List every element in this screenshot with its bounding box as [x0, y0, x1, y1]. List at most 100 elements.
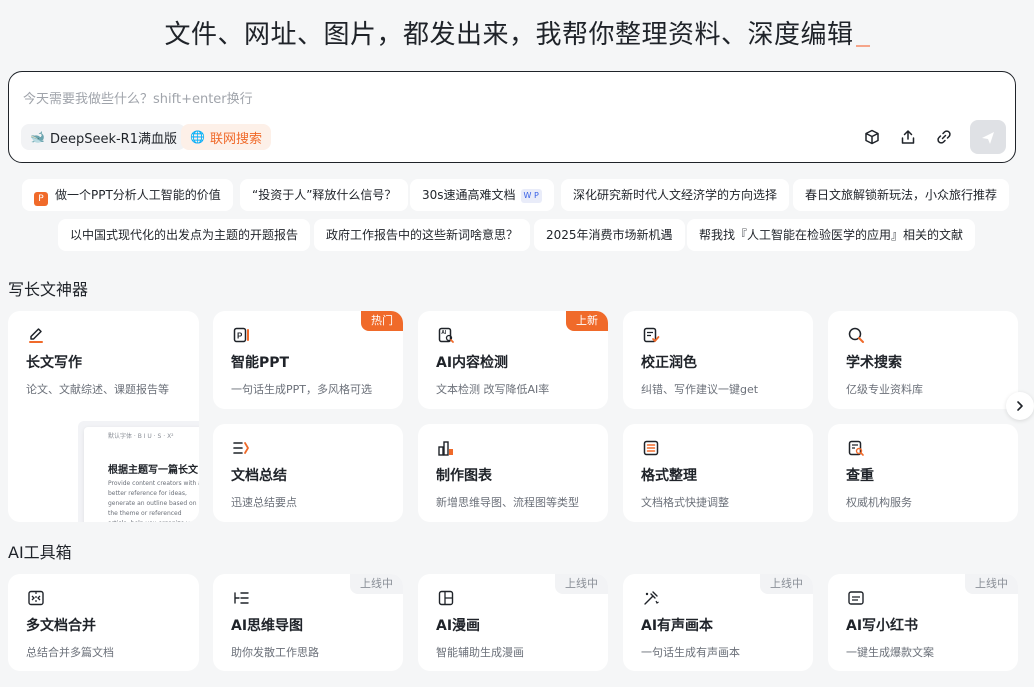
format-icon: [641, 439, 661, 459]
coming-soon-badge: 上线中: [350, 574, 403, 594]
prompt-text: 30s速通高难文档: [422, 188, 516, 202]
chart-icon: [436, 439, 456, 459]
card-smart-ppt[interactable]: P 智能PPT 一句话生成PPT，多风格可选 热门: [213, 311, 403, 409]
card-format[interactable]: 格式整理 文档格式快捷调整: [623, 424, 813, 522]
card-title: 校正润色: [641, 355, 697, 371]
carousel-next-button[interactable]: [1006, 392, 1034, 420]
card-title: AI写小红书: [846, 618, 919, 634]
cube-icon[interactable]: [862, 129, 882, 149]
link-icon[interactable]: [934, 129, 954, 149]
mindmap-icon: [231, 589, 251, 609]
card-subtitle: 总结合并多篇文档: [26, 646, 114, 659]
card-proofread[interactable]: 校正润色 纠错、写作建议一键get: [623, 311, 813, 409]
prompt-text: 政府工作报告中的这些新词啥意思？: [326, 228, 519, 242]
prompt-text: 帮我找『人工智能在检验医学的应用』相关的文献: [699, 228, 964, 242]
svg-text:P: P: [237, 332, 243, 341]
card-doc-merge[interactable]: 多文档合并 总结合并多篇文档: [8, 574, 199, 671]
coming-soon-badge: 上线中: [555, 574, 608, 594]
web-search-chip[interactable]: 🌐 联网搜索: [181, 124, 271, 150]
new-badge: 上新: [566, 311, 608, 331]
card-subtitle: 文档格式快捷调整: [641, 496, 729, 509]
section-title-writing: 写长文神器: [8, 280, 89, 299]
composer[interactable]: 今天需要我做些什么？shift+enter换行 🐋 DeepSeek-R1满血版…: [8, 71, 1016, 163]
word-ppt-icon: W P: [520, 189, 542, 203]
writing-preview: 默认字体 · B I U · S · X² 根据主题写一篇长文... Provi…: [78, 421, 199, 522]
chevron-right-icon: [1017, 401, 1023, 411]
ppt-icon: P: [231, 326, 251, 346]
prompt-text: 做一个PPT分析人工智能的价值: [55, 188, 221, 202]
preview-toolbar: 默认字体 · B I U · S · X²: [108, 433, 174, 440]
card-subtitle: 一句话生成PPT，多风格可选: [231, 383, 372, 396]
card-audio-picture-book[interactable]: AI有声画本 一句话生成有声画本 上线中: [623, 574, 813, 671]
prompt-text: 深化研究新时代人文经济学的方向选择: [573, 188, 778, 202]
prompt-text: 春日文旅解锁新玩法，小众旅行推荐: [805, 188, 998, 202]
card-title: 格式整理: [641, 468, 697, 484]
prompt-suggestion[interactable]: 以中国式现代化的出发点为主题的开题报告: [58, 219, 311, 251]
card-title: 制作图表: [436, 468, 492, 484]
card-long-writing[interactable]: 长文写作 论文、文献综述、课题报告等 默认字体 · B I U · S · X²…: [8, 311, 199, 522]
card-subtitle: 论文、文献综述、课题报告等: [26, 383, 169, 396]
svg-text:AI: AI: [441, 330, 447, 336]
card-make-chart[interactable]: 制作图表 新增思维导图、流程图等类型: [418, 424, 608, 522]
hot-badge: 热门: [361, 311, 403, 331]
prompt-text: 以中国式现代化的出发点为主题的开题报告: [70, 228, 299, 242]
web-search-label: 联网搜索: [209, 131, 262, 147]
card-title: 查重: [846, 468, 874, 484]
prompt-text: 2025年消费市场新机遇: [546, 228, 673, 242]
card-title: 多文档合并: [26, 618, 96, 634]
comic-icon: [436, 589, 456, 609]
card-plagiarism[interactable]: 查重 权威机构服务: [828, 424, 1018, 522]
card-title: AI漫画: [436, 618, 481, 634]
ppt-badge-icon: P: [34, 192, 48, 206]
card-title: 智能PPT: [231, 355, 290, 371]
card-subtitle: 亿级专业资料库: [846, 383, 923, 396]
card-mindmap[interactable]: AI思维导图 助你发散工作思路 上线中: [213, 574, 403, 671]
model-chip[interactable]: 🐋 DeepSeek-R1满血版: [21, 124, 186, 150]
card-academic-search[interactable]: 学术搜索 亿级专业资料库: [828, 311, 1018, 409]
headline: 文件、网址、图片，都发出来，我帮你整理资料、深度编辑: [0, 14, 1034, 51]
coming-soon-badge: 上线中: [965, 574, 1018, 594]
card-subtitle: 智能辅助生成漫画: [436, 646, 524, 659]
composer-placeholder[interactable]: 今天需要我做些什么？shift+enter换行: [23, 88, 253, 107]
pen-icon: [26, 326, 46, 346]
merge-icon: [26, 589, 46, 609]
card-subtitle: 助你发散工作思路: [231, 646, 319, 659]
prompt-suggestion[interactable]: 30s速通高难文档 W P: [410, 179, 554, 211]
prompt-text: “投资于人”释放什么信号？: [252, 188, 397, 202]
card-title: 文档总结: [231, 468, 287, 484]
card-xiaohongshu[interactable]: AI写小红书 一键生成爆款文案 上线中: [828, 574, 1018, 671]
model-chip-label: DeepSeek-R1满血版: [49, 131, 177, 147]
prompt-suggestion[interactable]: 帮我找『人工智能在检验医学的应用』相关的文献: [687, 219, 976, 251]
section-title-toolbox: AI工具箱: [8, 543, 72, 562]
prompt-suggestion[interactable]: 政府工作报告中的这些新词啥意思？: [314, 219, 531, 251]
coming-soon-badge: 上线中: [760, 574, 813, 594]
prompt-suggestion[interactable]: P 做一个PPT分析人工智能的价值: [22, 179, 233, 211]
card-subtitle: 文本检测 改写降低AI率: [436, 383, 550, 396]
card-title: AI有声画本: [641, 618, 714, 634]
card-subtitle: 迅速总结要点: [231, 496, 297, 509]
prompt-suggestion[interactable]: 深化研究新时代人文经济学的方向选择: [561, 179, 790, 211]
card-doc-summary[interactable]: 文档总结 迅速总结要点: [213, 424, 403, 522]
card-subtitle: 一键生成爆款文案: [846, 646, 934, 659]
card-subtitle: 一句话生成有声画本: [641, 646, 740, 659]
globe-icon: 🌐: [190, 130, 205, 144]
ai-detect-icon: AI: [436, 326, 456, 346]
card-ai-detection[interactable]: AI AI内容检测 文本检测 改写降低AI率 上新: [418, 311, 608, 409]
send-button[interactable]: [970, 120, 1006, 154]
card-title: 学术搜索: [846, 355, 902, 371]
summary-icon: [231, 439, 251, 459]
search-icon: [846, 326, 866, 346]
whale-icon: 🐋: [30, 130, 45, 144]
upload-icon[interactable]: [898, 129, 918, 149]
card-ai-comic[interactable]: AI漫画 智能辅助生成漫画 上线中: [418, 574, 608, 671]
send-icon: [982, 131, 994, 144]
prompt-suggestion[interactable]: “投资于人”释放什么信号？: [240, 179, 409, 211]
proofread-icon: [641, 326, 661, 346]
card-title: AI思维导图: [231, 618, 304, 634]
prompt-suggestion[interactable]: 春日文旅解锁新玩法，小众旅行推荐: [793, 179, 1010, 211]
card-title: AI内容检测: [436, 355, 509, 371]
card-subtitle: 权威机构服务: [846, 496, 912, 509]
audiobook-icon: [641, 589, 661, 609]
card-subtitle: 新增思维导图、流程图等类型: [436, 496, 579, 509]
prompt-suggestion[interactable]: 2025年消费市场新机遇: [534, 219, 685, 251]
